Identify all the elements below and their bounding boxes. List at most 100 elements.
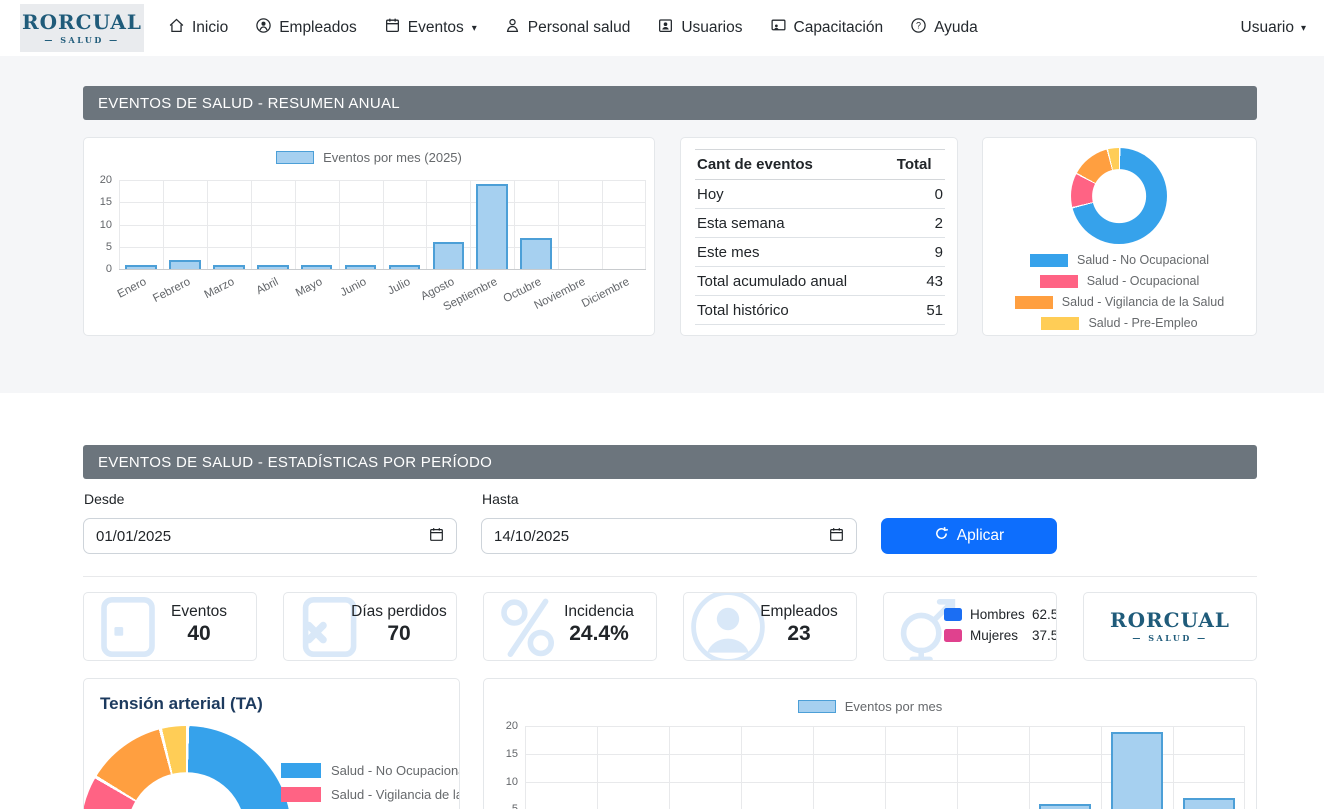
y-axis-tick-label: 5 [106,241,112,253]
chevron-down-icon: ▾ [472,23,477,34]
bar [520,238,552,269]
bar [257,265,289,269]
nav-item-label: Ayuda [934,19,978,37]
row-value: 51 [895,296,945,325]
gridline [741,726,742,809]
nav-item-capacitacion[interactable]: Capacitación [770,17,884,39]
gridline [119,180,120,269]
bar [389,265,421,269]
nav-item-usuarios[interactable]: Usuarios [657,17,742,39]
stat-label: Días perdidos [348,603,450,621]
nav-item-eventos[interactable]: Eventos ▾ [384,17,477,39]
gridline [514,180,515,269]
y-axis-tick-label: 5 [512,803,518,809]
bar [1039,804,1091,809]
table-row: Hoy 0 [695,180,945,209]
stat-label: Eventos [148,603,250,621]
brand-name: RORCUAL [1110,610,1230,630]
chevron-down-icon: ▾ [1301,23,1306,34]
person-circle-icon [255,17,272,39]
legend-swatch [1015,296,1053,309]
from-date-value: 01/01/2025 [96,528,171,545]
nav-menu: Inicio Empleados Eventos ▾ Personal salu… [168,0,978,56]
stat-value: 70 [348,622,450,646]
from-date-input[interactable]: 01/01/2025 [83,518,457,554]
to-date-input[interactable]: 14/10/2025 [481,518,857,554]
nav-item-ayuda[interactable]: ? Ayuda [910,17,978,39]
gridline [525,726,526,809]
bar [345,265,377,269]
gridline [885,726,886,809]
brand-logo[interactable]: RORCUAL — SALUD — [20,4,144,52]
legend-label: Salud - Vigilancia de la Salud [1062,295,1224,309]
x-axis-month-label: Febrero [151,276,192,305]
annual-donut-chart-card: Salud - No Ocupacional Salud - Ocupacion… [982,137,1257,336]
gridline [207,180,208,269]
gridline [558,180,559,269]
event-count-table: Cant de eventos Total Hoy 0 Esta semana … [695,149,945,325]
table-header-row: Cant de eventos Total [695,150,945,180]
x-axis-month-label: Diciembre [580,276,632,310]
nav-item-inicio[interactable]: Inicio [168,17,228,39]
gridline [1101,726,1102,809]
y-axis-tick-label: 10 [100,219,112,231]
annual-section-header: EVENTOS DE SALUD - RESUMEN ANUAL [83,86,1257,120]
row-label: Esta semana [695,209,895,238]
event-count-table-card: Cant de eventos Total Hoy 0 Esta semana … [680,137,958,336]
table-row: Total histórico 51 [695,296,945,325]
y-axis-tick-label: 20 [506,720,518,732]
calendar-icon[interactable] [429,527,444,546]
gender-value: 62.5% [1032,607,1057,622]
legend-label: Eventos por mes (2025) [323,150,462,165]
gridline [1029,726,1030,809]
stat-text: Eventos 40 [148,603,250,646]
user-menu[interactable]: Usuario ▾ [1241,0,1306,56]
ta-donut-chart [83,726,291,809]
bar [213,265,245,269]
legend-label: Salud - No Ocupacional [1077,253,1209,267]
donut-hole [127,772,245,809]
svg-text:?: ? [916,21,921,31]
divider [83,576,1257,577]
row-label: Total acumulado anual [695,267,895,296]
apply-button[interactable]: Aplicar [881,518,1057,554]
table-header-total: Total [895,150,945,180]
legend-label: Salud - Pre-Empleo [1088,316,1197,330]
x-axis-month-label: Marzo [203,276,237,301]
legend-row: Salud - Vigilancia de la Salud [281,787,460,802]
gridline [251,180,252,269]
y-axis-tick-label: 0 [106,263,112,275]
gridline [957,726,958,809]
stat-text: Incidencia 24.4% [548,603,650,646]
legend-row: Salud - No Ocupacional [281,763,460,778]
bar [169,260,201,269]
nav-item-label: Capacitación [794,19,884,37]
nav-item-personal-salud[interactable]: Personal salud [504,17,631,39]
brand-tagline: — SALUD — [44,35,119,45]
y-axis-tick-label: 15 [100,196,112,208]
to-date-value: 14/10/2025 [494,528,569,545]
nav-item-label: Personal salud [528,19,631,37]
period-bar-chart-plot: 05101520EneroFebreroMarzoAbrilMayoJunioJ… [525,726,1245,809]
training-screen-icon [770,17,787,39]
calendar-icon[interactable] [829,527,844,546]
gridline [339,180,340,269]
gridline [645,180,646,269]
stat-label: Incidencia [548,603,650,621]
person-icon [504,17,521,39]
annual-bar-chart-plot: 05101520EneroFebreroMarzoAbrilMayoJunioJ… [119,180,646,270]
ta-donut-legend: Salud - No Ocupacional Salud - Vigilanci… [281,763,460,809]
period-section-title: EVENTOS DE SALUD - ESTADÍSTICAS POR PERÍ… [98,454,492,471]
gridline [426,180,427,269]
row-value: 43 [895,267,945,296]
stat-card-dias-perdidos: Días perdidos 70 [283,592,457,661]
table-row: Total acumulado anual 43 [695,267,945,296]
row-value: 2 [895,209,945,238]
x-axis-month-label: Julio [386,276,413,297]
bar [476,184,508,269]
gridline [813,726,814,809]
nav-item-label: Inicio [192,19,228,37]
legend-swatch [1041,317,1079,330]
annual-donut-chart [1071,148,1167,244]
nav-item-empleados[interactable]: Empleados [255,17,357,39]
